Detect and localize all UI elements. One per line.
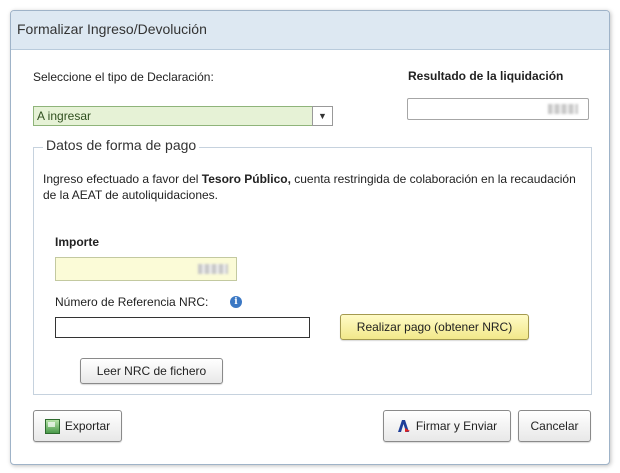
info-icon[interactable]: i (230, 296, 242, 308)
dropdown-arrow-icon[interactable]: ▼ (312, 106, 333, 126)
firmar-enviar-button[interactable]: Firmar y Enviar (383, 410, 511, 442)
exportar-button[interactable]: Exportar (33, 410, 122, 442)
payment-description: Ingreso efectuado a favor del Tesoro Púb… (43, 171, 583, 203)
dialog-titlebar[interactable]: Formalizar Ingreso/Devolución (11, 11, 609, 50)
leer-nrc-button[interactable]: Leer NRC de fichero (80, 358, 223, 384)
export-icon (44, 418, 60, 434)
result-label: Resultado de la liquidación (408, 69, 564, 83)
importe-label: Importe (55, 235, 100, 249)
nrc-label: Número de Referencia NRC: (55, 295, 209, 309)
payment-data-legend: Datos de forma de pago (43, 137, 200, 153)
exportar-label: Exportar (64, 419, 111, 433)
firmar-enviar-label: Firmar y Enviar (415, 419, 498, 433)
payment-description-bold: Tesoro Público, (201, 172, 291, 186)
cancelar-button[interactable]: Cancelar (518, 410, 591, 442)
declaration-type-value[interactable]: A ingresar (33, 106, 314, 126)
nrc-input[interactable] (55, 317, 310, 338)
payment-description-part1: Ingreso efectuado a favor del (43, 172, 202, 186)
redacted-importe (198, 264, 228, 274)
declaration-type-label: Seleccione el tipo de Declaración: (33, 70, 214, 84)
result-amount-field (407, 98, 589, 120)
sign-send-icon (397, 419, 411, 433)
formalizar-dialog: Formalizar Ingreso/Devolución Seleccione… (10, 10, 610, 465)
declaration-type-select[interactable]: A ingresar ▼ (33, 106, 333, 126)
dialog-title: Formalizar Ingreso/Devolución (17, 21, 207, 37)
redacted-amount (548, 104, 578, 114)
importe-field (55, 257, 237, 281)
realizar-pago-button[interactable]: Realizar pago (obtener NRC) (340, 314, 529, 340)
